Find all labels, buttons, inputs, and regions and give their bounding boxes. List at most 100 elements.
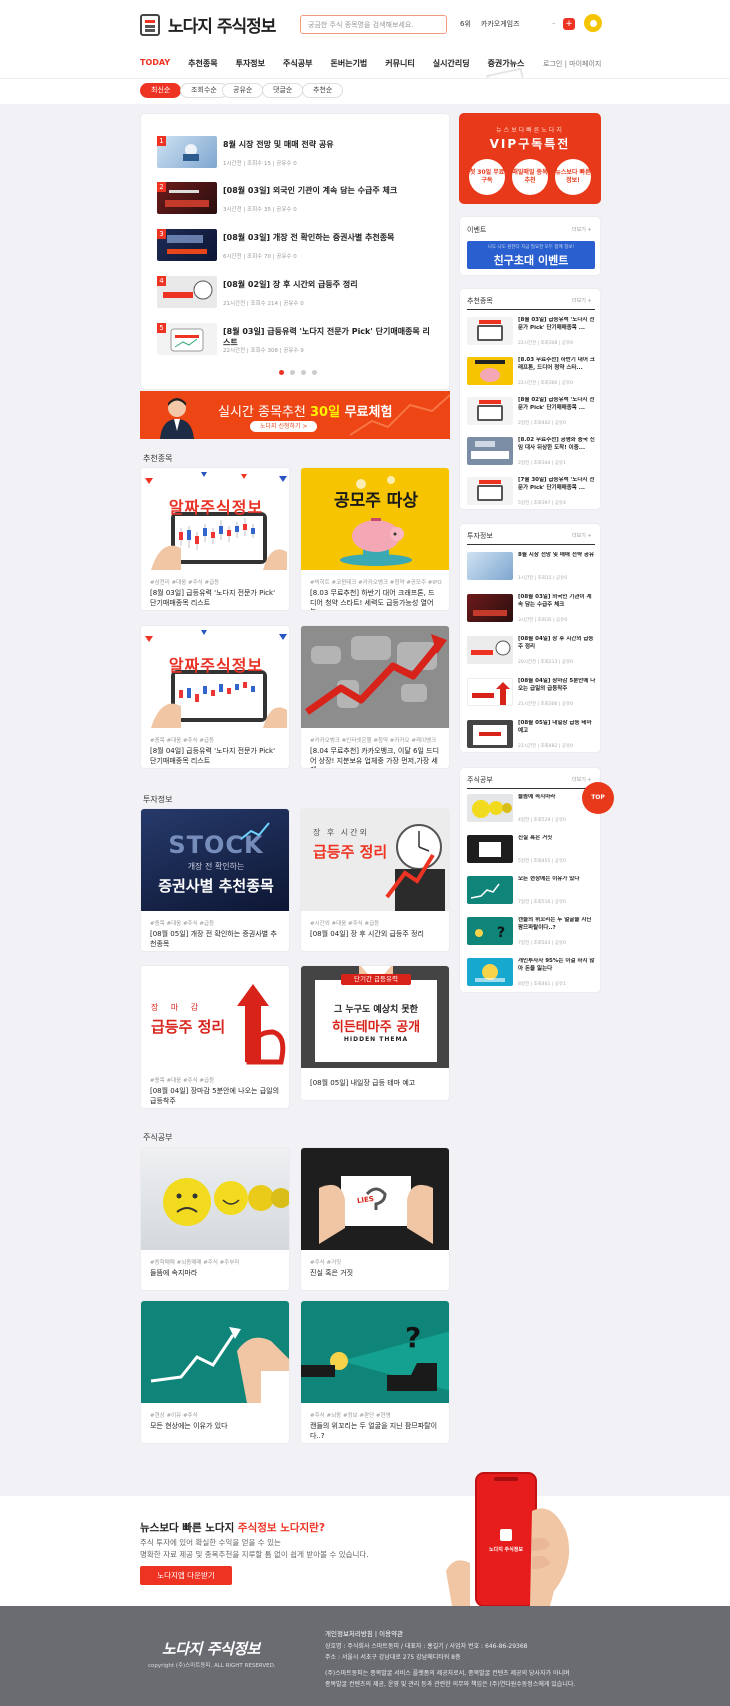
rank-number: 1 xyxy=(157,136,166,146)
nav-invest-info[interactable]: 투자정보 xyxy=(236,58,265,69)
recommend-card[interactable]: #카카오뱅크 #인터넷은행 #청약 #카카오 #케이뱅크 [8.04 무료추천]… xyxy=(300,625,450,769)
login-link[interactable]: 로그인 xyxy=(543,60,562,68)
sidebar-item[interactable]: [08월 03일] 외국인 기관이 계속 담는 수급주 체크 3시간전 | 조회3… xyxy=(467,594,597,628)
card-tags: #시간외 #대웅 #주식 #급등 xyxy=(310,921,380,927)
nav-stock-study[interactable]: 주식공부 xyxy=(283,58,312,69)
sidebar-item-meta: 5일전 | 조회455 | 공유0 xyxy=(518,859,566,864)
study-card[interactable]: LIES #주식 #거짓 진실 혹은 거짓 xyxy=(300,1147,450,1291)
app-promo-title-2: 주식정보 노다지란? xyxy=(237,1522,325,1534)
sidebar-item[interactable]: ? 캔들의 위꼬리는 두 얼굴을 지닌 팜므파탈이다..? 7일전 | 조회503 … xyxy=(467,917,597,951)
filter-bar xyxy=(0,78,730,104)
card-title: [8월 03일] 급등유력 '노다지 전문가 Pick' 단기매매종목 리스트 xyxy=(150,589,275,607)
event-banner[interactable]: 나도 나도 원한다 지금 필요한 모두 함께 정보! 친구초대 이벤트 xyxy=(467,241,595,269)
nav-money-tech[interactable]: 돈버는기법 xyxy=(330,58,367,69)
nav-community[interactable]: 커뮤니티 xyxy=(385,58,414,69)
sidebar-item[interactable]: [08월 04일] 장마감 5분안에 나오는 급일의 급등착주 21시간전 | 조… xyxy=(467,678,597,712)
mypage-link[interactable]: 마이페이지 xyxy=(569,60,601,68)
sidebar-item[interactable]: [8월 03일] 급등유력 '노다지 전문가 Pick' 단기매매종목 ... 2… xyxy=(467,317,597,351)
study-card[interactable]: #현상 #이유 #주식 모든 현상에는 이유가 있다 xyxy=(140,1300,290,1444)
filter-shares[interactable]: 공유순 xyxy=(222,83,264,98)
ranking-item[interactable]: 2 [08월 03일] 외국인 기관이 계속 담는 수급주 체크 3시간전 | … xyxy=(157,182,437,222)
sidebar-item[interactable]: [7월 30일] 급등유력 '노다지 전문가 Pick' 단기매매종목 ... 5… xyxy=(467,477,597,511)
carousel-dot[interactable] xyxy=(301,370,306,375)
sidebar-item-meta: 20시간전 | 조회213 | 공유0 xyxy=(518,660,573,665)
card-image xyxy=(301,626,449,728)
recommend-card[interactable]: 공모주 따상 #빅히트 #코윈테크 #카카오뱅크 #청약 #공모주 #IPO [… xyxy=(300,467,450,611)
footer-copyright: copyright (주)스마트동피. ALL RIGHT RESERVED. xyxy=(148,1663,276,1669)
sidebar-item[interactable]: 개인투자자 95%는 이걸 하지 않아 돈을 잃는다 8일전 | 조회461 | … xyxy=(467,958,597,992)
carousel-dot[interactable] xyxy=(279,370,284,375)
sidebar-item-meta: 1시간전 | 조회15 | 공유0 xyxy=(518,576,568,581)
sidebar-item[interactable]: 진실 혹은 거짓 5일전 | 조회455 | 공유0 xyxy=(467,835,597,869)
event-more-link[interactable]: 더보기 + xyxy=(572,226,592,233)
filter-recommend[interactable]: 추천순 xyxy=(302,83,344,98)
sidebar-item[interactable]: [8월 02일] 급등유력 '노다지 전문가 Pick' 단기매매종목 ... 2… xyxy=(467,397,597,431)
rank-number: 2 xyxy=(157,182,166,192)
footer-links[interactable]: 개인정보처리방침 | 이용약관 xyxy=(325,1628,403,1638)
card-image: 장 후 시간외 급등주 정리 xyxy=(301,809,449,911)
card-tags: #종목 #대웅 #주식 #급등 xyxy=(150,738,215,744)
free-trial-banner[interactable]: 실시간 종목추천 30일 무료체험 노다지 신청하기 > xyxy=(140,391,450,439)
sidebar-item[interactable]: 모든 현상에는 이유가 있다 7일전 | 조회516 | 공유0 xyxy=(467,876,597,910)
sidebar-item-title: 캔들의 위꼬리는 두 얼굴을 지닌 팜므파탈이다..? xyxy=(518,917,592,931)
nav-today[interactable]: TODAY xyxy=(140,58,170,69)
filter-latest[interactable]: 최신순 xyxy=(140,83,182,98)
carousel-dot[interactable] xyxy=(312,370,317,375)
ranking-thumbnail xyxy=(157,136,217,168)
divider xyxy=(467,309,595,310)
app-download-button[interactable]: 노다지앱 다운받기 xyxy=(140,1566,232,1585)
carousel-dots xyxy=(279,370,317,375)
ranking-list: 1 8월 시장 전망 및 매매 전략 공유 1시간전 | 조회수 15 | 공유… xyxy=(140,113,450,390)
ranking-meta: 22시간전 | 조회수 308 | 공유수 9 xyxy=(223,348,304,354)
recommend-card[interactable]: 알짜주식정보 #삼천리 #대웅 #주식 #급등 [8월 03일] 급등유력 '노… xyxy=(140,467,290,611)
invest-card[interactable]: STOCK 개장 전 확인하는 증권사별 추천종목 #종목 #대웅 #주식 #급… xyxy=(140,808,290,952)
invest-card[interactable]: 장 후 시간외 급등주 정리 #시간외 #대웅 #주식 #급등 [08월 04일… xyxy=(300,808,450,952)
study-card[interactable]: #동학매매 #뇌동매매 #주식 #주부미 들뜸에 속지마라 xyxy=(140,1147,290,1291)
ranking-item[interactable]: 1 8월 시장 전망 및 매매 전략 공유 1시간전 | 조회수 15 | 공유… xyxy=(157,136,437,176)
banner-signup-button[interactable]: 노다지 신청하기 > xyxy=(250,421,318,432)
carousel-dot[interactable] xyxy=(290,370,295,375)
sidebar-thumbnail xyxy=(467,477,513,505)
rank-number: 5 xyxy=(157,323,166,333)
invest-card[interactable]: 장 마 감 급등주 정리 #종목 #대웅 #주식 #급등 [08월 04일] 장… xyxy=(140,965,290,1109)
sidebar-thumbnail xyxy=(467,357,513,385)
card-image: ? xyxy=(301,1301,449,1403)
sidebar-item[interactable]: [08월 05일] 내일장 급등 테마 예고 22시간전 | 조회482 | 공유… xyxy=(467,720,597,754)
sidebar-item[interactable]: 8월 시장 전망 및 매매 전략 공유 1시간전 | 조회15 | 공유0 xyxy=(467,552,597,586)
study-card[interactable]: ? #주식 #뇌동 #정보 #판단 #현명 캔들의 위꼬리는 두 얼굴을 지닌 … xyxy=(300,1300,450,1444)
filter-comments[interactable]: 댓글순 xyxy=(262,83,304,98)
ranking-item[interactable]: 4 [08월 02일] 장 후 시간외 급등주 정리 21시간전 | 조회수 2… xyxy=(157,276,437,316)
card-image: LIES xyxy=(301,1148,449,1250)
card-tags: #주식 #거짓 xyxy=(310,1260,342,1266)
vip-banner[interactable]: 뉴스보다빠른노다지 VIP구독특전 첫 30일 무료구독 매일매일 종목추천 뉴… xyxy=(459,113,601,204)
ranking-item[interactable]: 5 [8월 03일] 급등유력 '노다지 전문가 Pick' 단기매매종목 리스… xyxy=(157,323,437,363)
card-image xyxy=(141,1148,289,1250)
rank-expand-button[interactable]: + xyxy=(563,18,575,30)
filter-views[interactable]: 조회수순 xyxy=(180,83,228,98)
card-image: 알짜주식정보 xyxy=(141,626,289,728)
sidebar-study-more[interactable]: 더보기 + xyxy=(572,776,592,783)
nav-recommend[interactable]: 추천종목 xyxy=(188,58,217,69)
sidebar-item[interactable]: 들뜸에 속지마라 4일전 | 조회529 | 공유0 xyxy=(467,794,597,828)
rank-ticker[interactable]: 6위 카카오게임즈 – xyxy=(460,19,556,29)
search-input[interactable]: 궁금한 주식 종목명을 검색해보세요. xyxy=(300,15,447,34)
site-logo[interactable]: 노다지 주식정보 xyxy=(140,12,276,37)
recommend-card[interactable]: 알짜주식정보 #종목 #대웅 #주식 #급등 [8월 04일] 급등유력 '노다… xyxy=(140,625,290,769)
scroll-top-button[interactable]: TOP xyxy=(582,782,614,814)
sidebar-invest-more[interactable]: 더보기 + xyxy=(572,532,592,539)
sidebar-item-title: [7월 30일] 급등유력 '노다지 전문가 Pick' 단기매매종목 ... xyxy=(518,477,595,491)
sidebar-item[interactable]: [8.03 무료추천] 하반기 대어 크래프톤, 드디어 청약 스타... 22시… xyxy=(467,357,597,391)
app-promo-section: 뉴스보다 빠른 노다지 주식정보 노다지란? 주식 투자에 있어 확실한 수익을… xyxy=(0,1472,730,1607)
sidebar-item[interactable]: [8.02 무료추천] 공평화 중국 신임 대사 뒤상한 도착! 이중... 2일… xyxy=(467,437,597,471)
invest-card[interactable]: 단기간 급등유력 그 누구도 예상치 못한 히든테마주 공개 HIDDEN TH… xyxy=(300,965,450,1101)
ranking-thumbnail xyxy=(157,182,217,214)
site-footer: 노다지 주식정보 copyright (주)스마트동피. ALL RIGHT R… xyxy=(0,1606,730,1706)
sidebar-item-title: 8월 시장 전망 및 매매 전략 공유 xyxy=(518,552,595,558)
ranking-title: [08월 03일] 개장 전 확인하는 증권사별 추천종목 xyxy=(223,233,395,242)
nav-live-reading[interactable]: 실시간리딩 xyxy=(433,58,470,69)
sidebar-recommend-more[interactable]: 더보기 + xyxy=(572,297,592,304)
coin-icon[interactable] xyxy=(584,14,602,32)
sidebar-item-meta: 4일전 | 조회529 | 공유0 xyxy=(518,818,566,823)
ranking-item[interactable]: 3 [08월 03일] 개장 전 확인하는 증권사별 추천종목 6시간전 | 조… xyxy=(157,229,437,269)
sidebar-item[interactable]: [08월 04일] 장 후 시간외 급등주 정리 20시간전 | 조회213 | … xyxy=(467,636,597,670)
